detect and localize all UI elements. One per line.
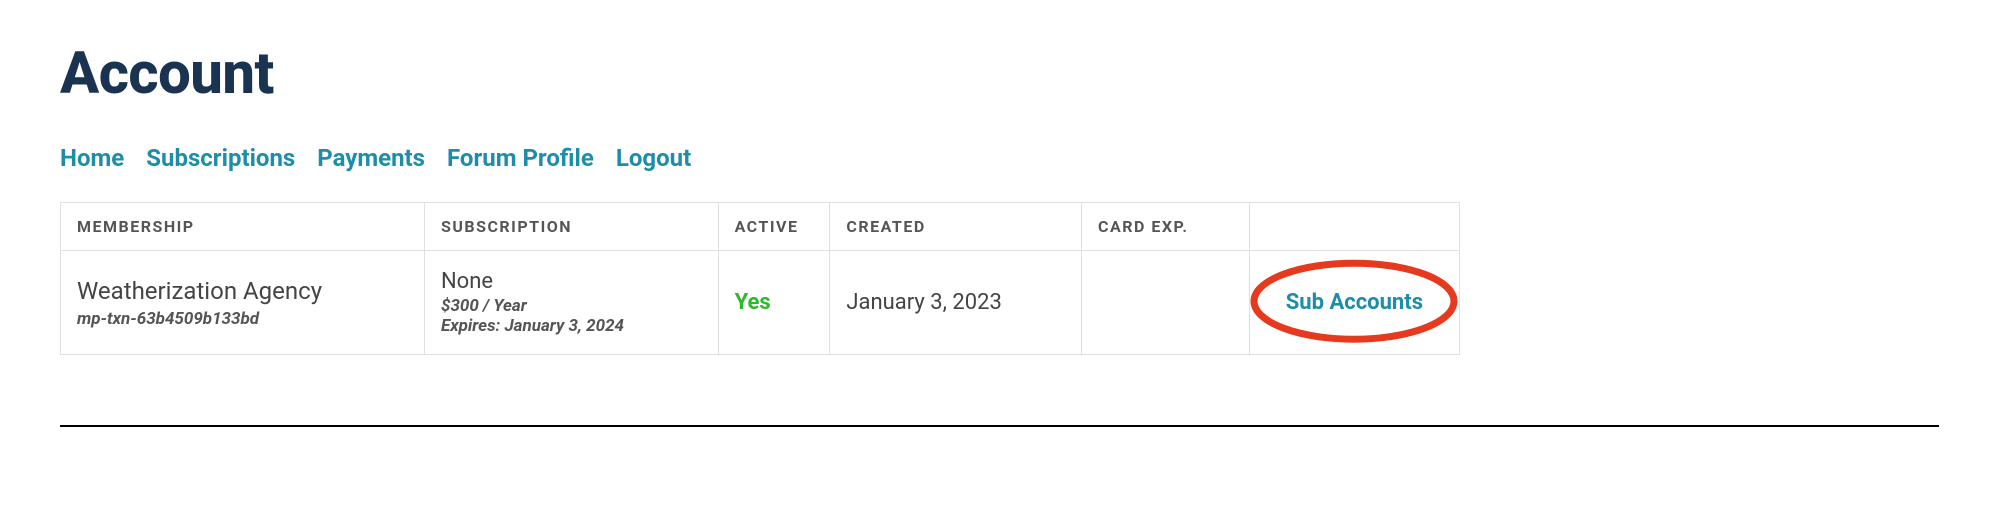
- page-divider: [60, 425, 1939, 427]
- membership-txn-id: mp-txn-63b4509b133bd: [77, 309, 408, 329]
- nav-subscriptions[interactable]: Subscriptions: [146, 144, 295, 172]
- subscription-price: $300 / Year: [441, 296, 702, 316]
- nav-forum-profile[interactable]: Forum Profile: [447, 144, 594, 172]
- memberships-table: Membership Subscription Active Created C…: [60, 202, 1460, 355]
- cell-card-exp: [1082, 251, 1250, 355]
- nav-logout[interactable]: Logout: [616, 144, 691, 172]
- cell-active: Yes: [718, 251, 830, 355]
- nav-payments[interactable]: Payments: [317, 144, 425, 172]
- cell-created: January 3, 2023: [830, 251, 1082, 355]
- account-nav: Home Subscriptions Payments Forum Profil…: [60, 144, 1939, 172]
- subscription-name: None: [441, 269, 702, 294]
- cell-membership: Weatherization Agency mp-txn-63b4509b133…: [61, 251, 424, 355]
- col-membership: Membership: [61, 203, 424, 251]
- page-title: Account: [60, 40, 1939, 108]
- col-active: Active: [718, 203, 830, 251]
- table-row: Weatherization Agency mp-txn-63b4509b133…: [61, 251, 1459, 355]
- nav-home[interactable]: Home: [60, 144, 124, 172]
- col-subscription: Subscription: [424, 203, 718, 251]
- cell-subscription: None $300 / Year Expires: January 3, 202…: [424, 251, 718, 355]
- cell-actions: Sub Accounts: [1249, 251, 1459, 355]
- col-card-exp: Card Exp.: [1082, 203, 1250, 251]
- subscription-expires: Expires: January 3, 2024: [441, 316, 702, 336]
- col-actions: [1249, 203, 1459, 251]
- membership-name: Weatherization Agency: [77, 277, 408, 305]
- col-created: Created: [830, 203, 1082, 251]
- sub-accounts-link[interactable]: Sub Accounts: [1286, 290, 1423, 315]
- active-status: Yes: [735, 290, 771, 315]
